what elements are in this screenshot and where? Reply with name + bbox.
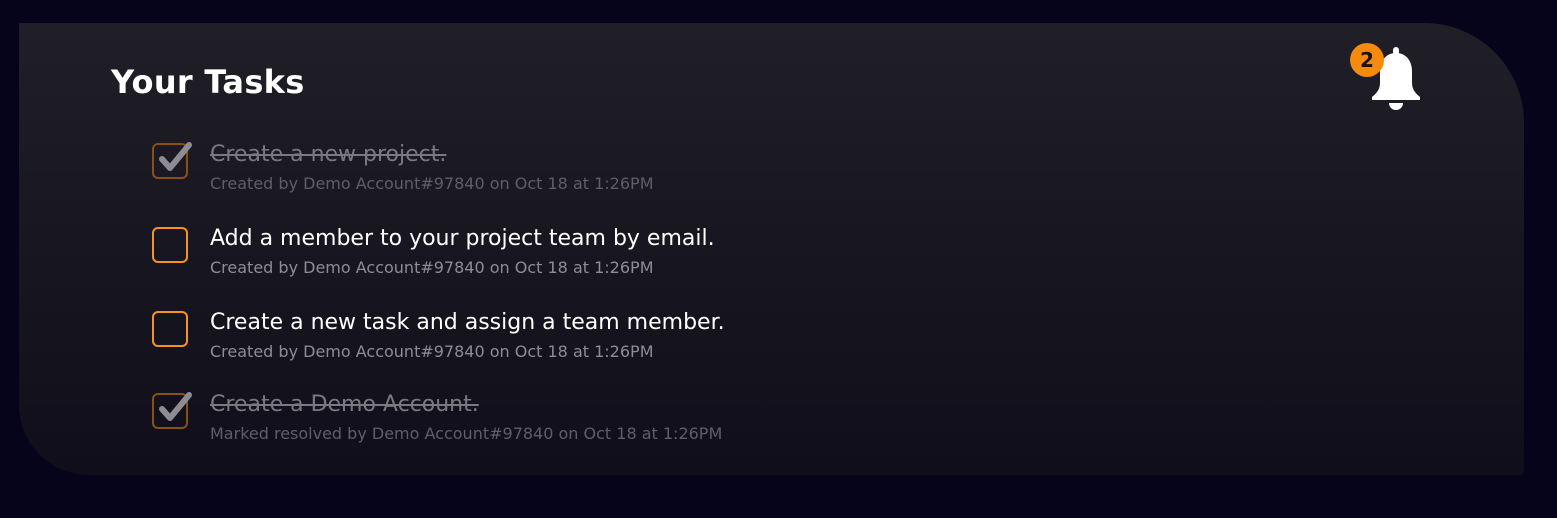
task-meta: Created by Demo Account#97840 on Oct 18 … bbox=[210, 174, 654, 193]
task-checkbox[interactable] bbox=[152, 311, 188, 347]
task-title[interactable]: Create a Demo Account. bbox=[210, 390, 479, 420]
check-icon bbox=[159, 392, 192, 421]
task-item: Add a member to your project team by ema… bbox=[151, 224, 1051, 284]
task-checkbox[interactable] bbox=[152, 227, 188, 263]
task-checkbox[interactable] bbox=[152, 392, 192, 429]
task-title[interactable]: Create a new project. bbox=[210, 140, 446, 170]
task-item: Create a Demo Account. Marked resolved b… bbox=[151, 390, 1051, 450]
notifications-button[interactable]: 2 bbox=[1349, 43, 1429, 113]
tasks-panel: Your Tasks 2 Create a new project. Creat… bbox=[19, 23, 1524, 475]
check-icon bbox=[159, 142, 192, 171]
task-meta: Created by Demo Account#97840 on Oct 18 … bbox=[210, 342, 654, 361]
task-checkbox[interactable] bbox=[152, 142, 192, 179]
task-title[interactable]: Add a member to your project team by ema… bbox=[210, 224, 715, 254]
page-title: Your Tasks bbox=[111, 63, 305, 101]
task-meta: Created by Demo Account#97840 on Oct 18 … bbox=[210, 258, 654, 277]
task-meta: Marked resolved by Demo Account#97840 on… bbox=[210, 424, 723, 443]
notification-count-badge: 2 bbox=[1350, 43, 1384, 77]
task-item: Create a new project. Created by Demo Ac… bbox=[151, 140, 1051, 200]
task-item: Create a new task and assign a team memb… bbox=[151, 308, 1051, 368]
task-title[interactable]: Create a new task and assign a team memb… bbox=[210, 308, 725, 338]
